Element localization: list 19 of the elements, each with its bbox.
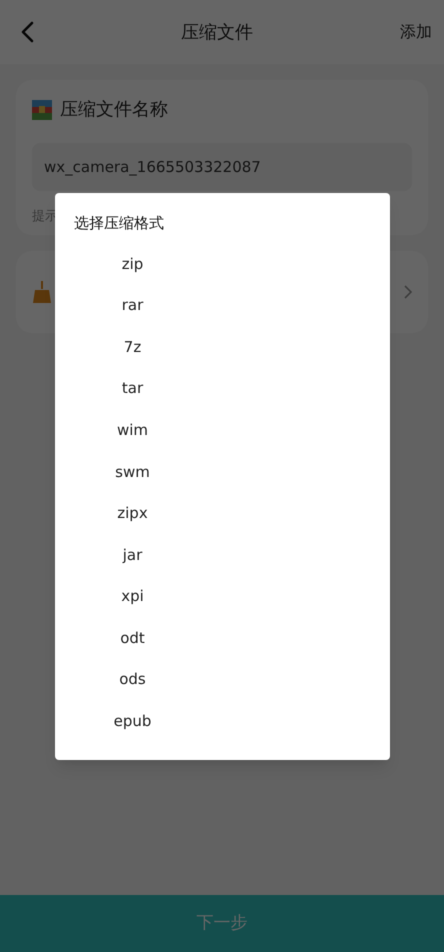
format-option[interactable]: swm	[55, 450, 210, 493]
format-option[interactable]: xpi	[55, 576, 210, 618]
card-title: 压缩文件名称	[60, 98, 168, 122]
dialog-title: 选择压缩格式	[74, 212, 164, 234]
format-option[interactable]: zip	[55, 243, 210, 285]
back-icon[interactable]	[20, 21, 34, 43]
broom-icon	[32, 281, 52, 303]
format-option[interactable]: wim	[55, 409, 210, 451]
format-option[interactable]: zipx	[55, 492, 210, 534]
page-title: 压缩文件	[180, 20, 254, 44]
format-option[interactable]: tar	[55, 368, 210, 410]
format-option[interactable]: rar	[55, 284, 210, 326]
format-option[interactable]: epub	[55, 700, 210, 742]
format-option[interactable]: jar	[55, 534, 210, 576]
archive-icon	[32, 100, 52, 120]
chevron-right-icon	[404, 285, 412, 299]
format-option[interactable]: ods	[55, 658, 210, 701]
format-option[interactable]: odt	[55, 617, 210, 659]
format-option[interactable]: 7z	[55, 326, 210, 368]
